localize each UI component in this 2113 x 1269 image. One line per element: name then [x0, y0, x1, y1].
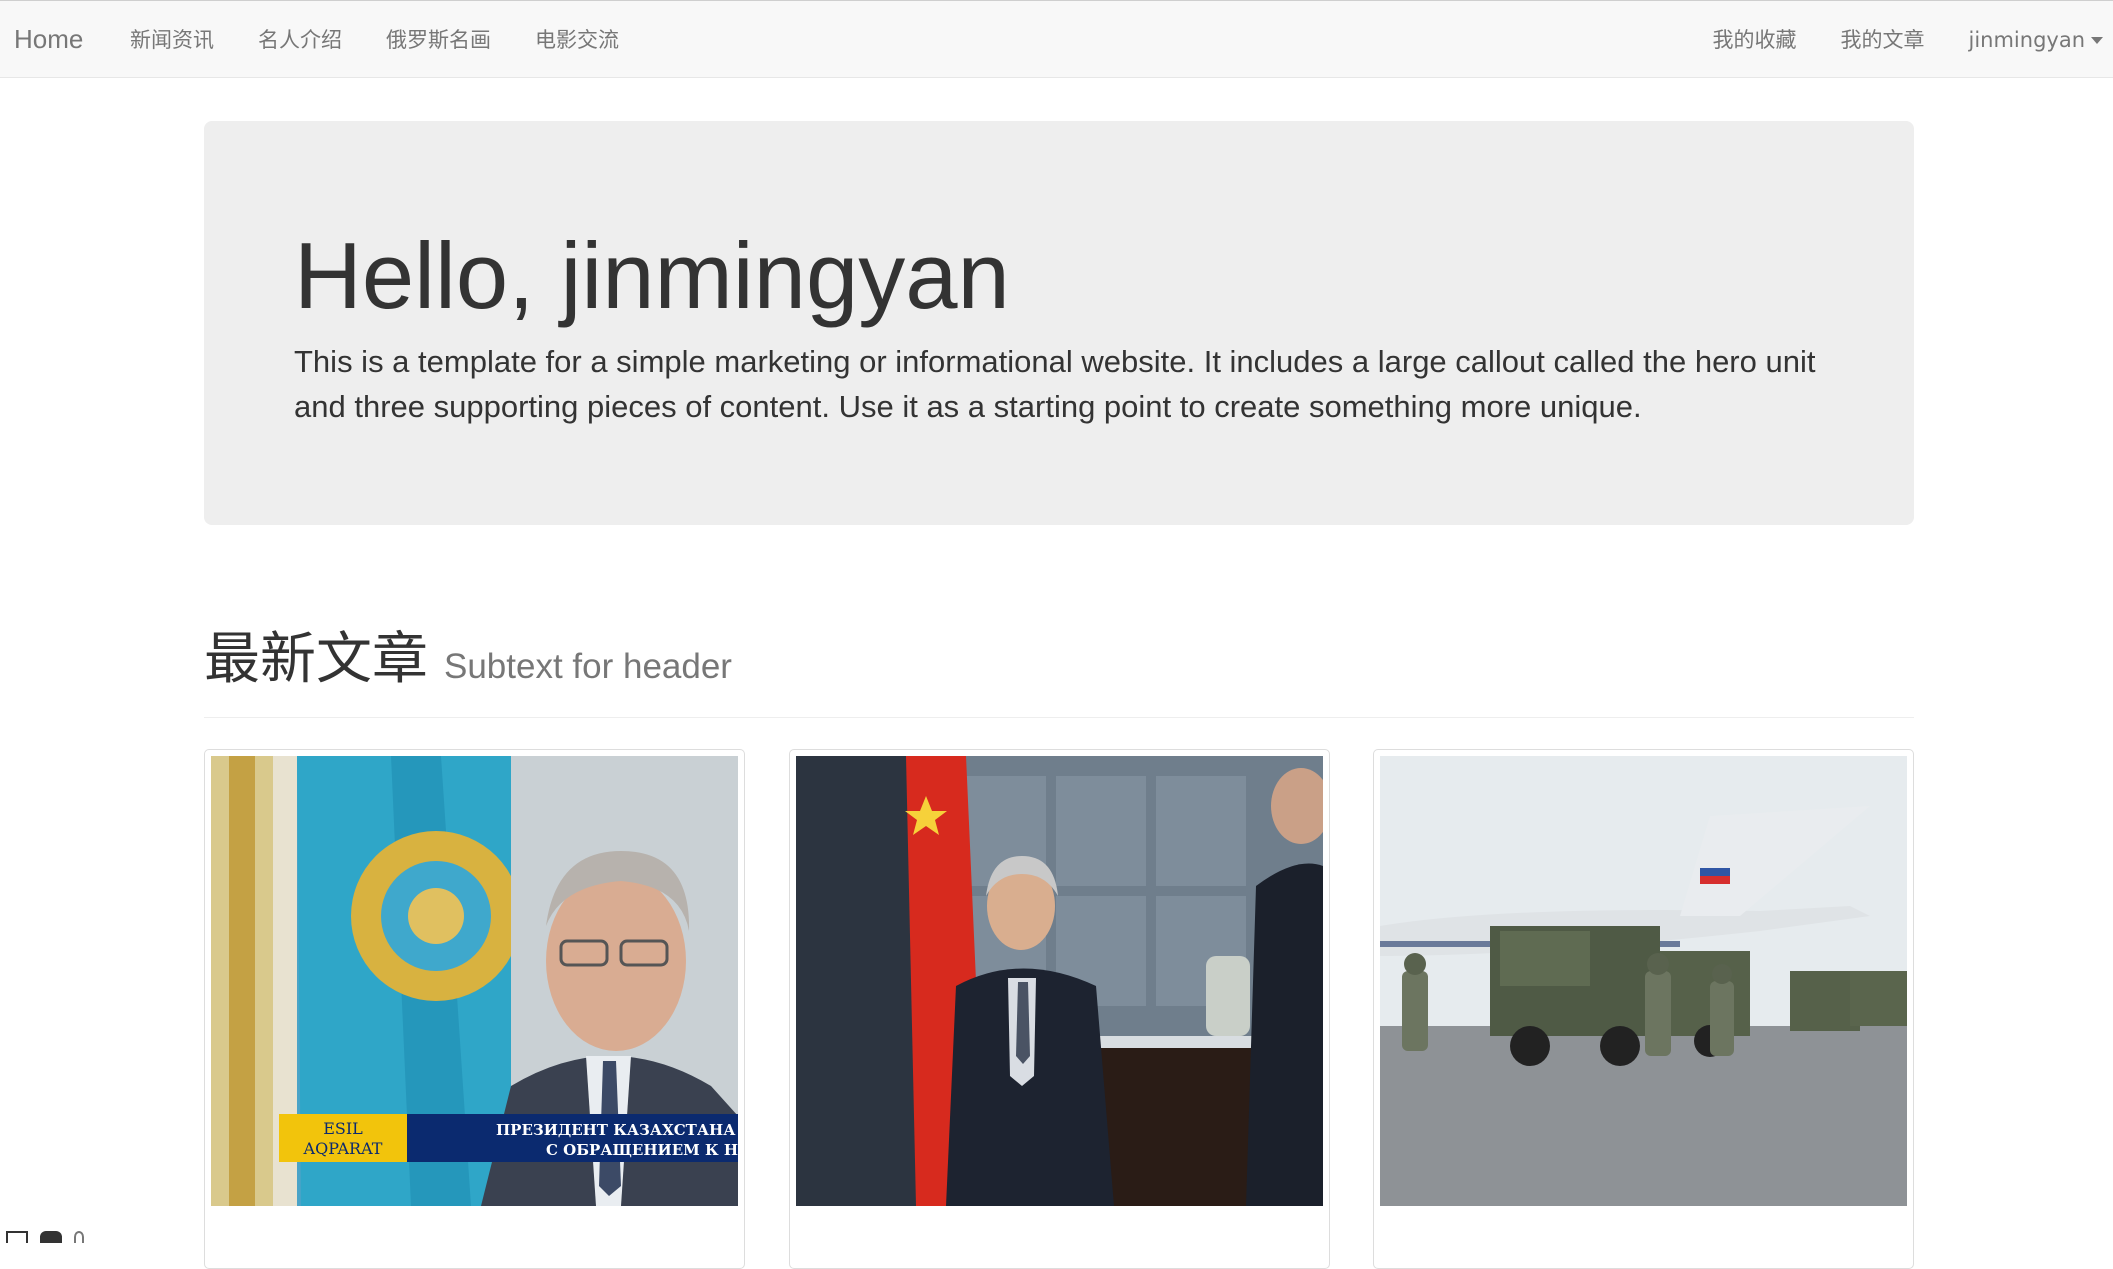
keyboard-icon[interactable]: [6, 1231, 28, 1243]
nav-right-menu: 我的收藏 我的文章 jinmingyan: [1690, 1, 2103, 79]
article-image-2[interactable]: [796, 756, 1323, 1206]
caption-line1: ПРЕЗИДЕНТ КАЗАХСТАНА: [496, 1121, 736, 1139]
article-card-3[interactable]: [1373, 749, 1914, 1269]
chevron-down-icon: [2091, 36, 2103, 44]
news-photo-kazakhstan-president: ESIL AQPARAT ПРЕЗИДЕНТ КАЗАХСТАНА С ОБРА…: [211, 756, 738, 1206]
nav-item-celebrities[interactable]: 名人介绍: [236, 1, 364, 79]
section-title: 最新文章: [204, 627, 428, 692]
brand-home-link[interactable]: Home: [14, 23, 83, 55]
hero-jumbotron: Hello, jinmingyan This is a template for…: [204, 121, 1914, 525]
article-card-2[interactable]: [789, 749, 1330, 1269]
article-image-1[interactable]: ESIL AQPARAT ПРЕЗИДЕНТ КАЗАХСТАНА С ОБРА…: [211, 756, 738, 1206]
nav-item-movies[interactable]: 电影交流: [513, 1, 641, 79]
user-name: jinmingyan: [1968, 28, 2085, 52]
news-photo-military-trucks-airfield: [1380, 756, 1907, 1206]
nav-left-menu: 新闻资讯 名人介绍 俄罗斯名画 电影交流: [108, 1, 641, 79]
nav-item-favorites[interactable]: 我的收藏: [1690, 1, 1818, 79]
gear-icon[interactable]: [40, 1231, 62, 1243]
article-image-3[interactable]: [1380, 756, 1907, 1206]
caption-logo-line2: AQPARAT: [303, 1139, 383, 1158]
top-navbar: Home 新闻资讯 名人介绍 俄罗斯名画 电影交流 我的收藏 我的文章 jinm…: [0, 0, 2113, 78]
nav-item-news[interactable]: 新闻资讯: [108, 1, 236, 79]
news-photo-diplomat-with-flag: [796, 756, 1323, 1206]
article-card-1[interactable]: ESIL AQPARAT ПРЕЗИДЕНТ КАЗАХСТАНА С ОБРА…: [204, 749, 745, 1269]
nav-item-russian-paintings[interactable]: 俄罗斯名画: [364, 1, 513, 79]
caption-logo-line1: ESIL: [323, 1119, 363, 1138]
user-icon[interactable]: [74, 1231, 84, 1243]
section-header: 最新文章 Subtext for header: [204, 620, 1914, 718]
caption-line2: С ОБРАЩЕНИЕМ К НА: [546, 1141, 738, 1159]
hero-text: This is a template for a simple marketin…: [294, 344, 1816, 424]
hero-title: Hello, jinmingyan: [294, 223, 1010, 328]
user-dropdown-toggle[interactable]: jinmingyan: [1946, 1, 2103, 79]
taskbar-tray: [6, 1228, 84, 1243]
section-subtext: Subtext for header: [444, 647, 732, 686]
nav-item-my-articles[interactable]: 我的文章: [1818, 1, 1946, 79]
